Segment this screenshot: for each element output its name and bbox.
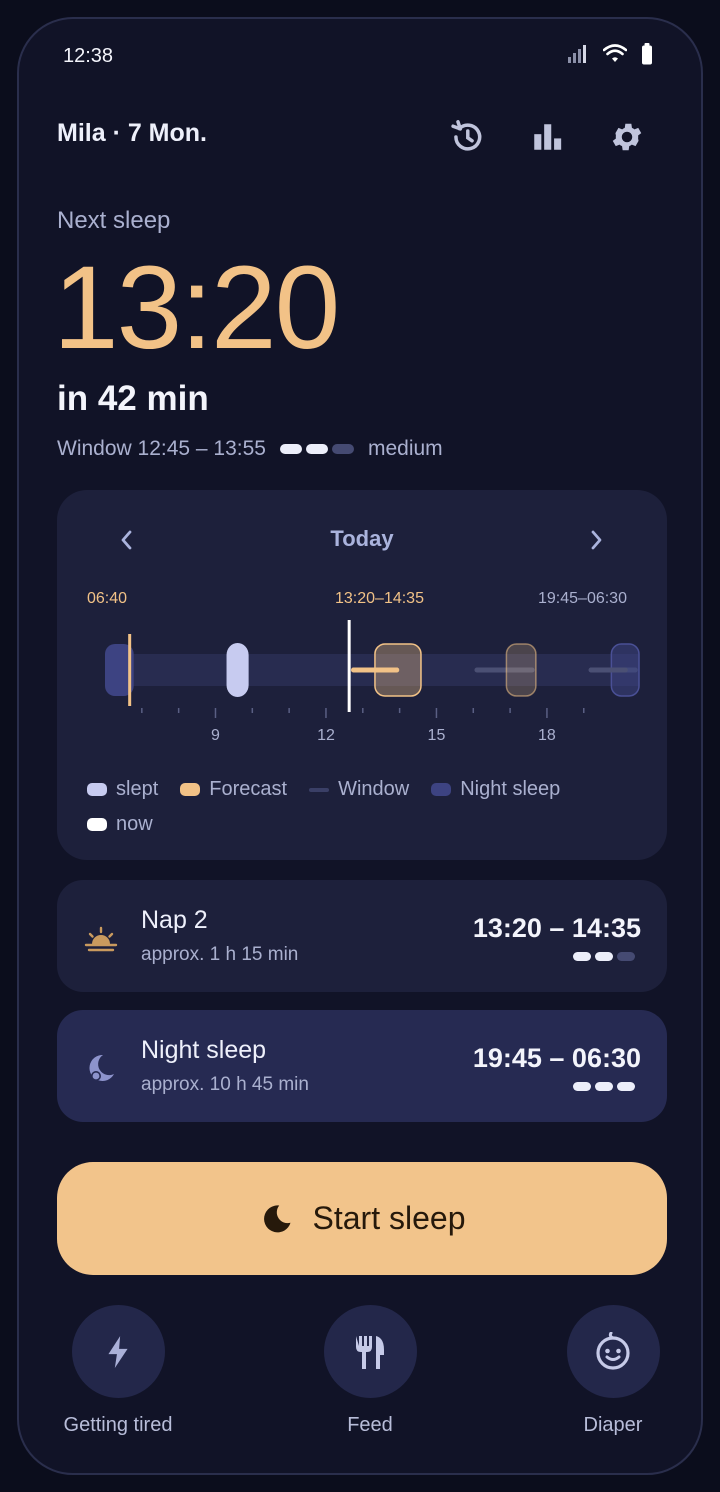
diaper-action[interactable]: Diaper [533, 1305, 693, 1437]
legend-item-window: Window [309, 778, 409, 801]
night-confidence-indicator [573, 1082, 635, 1091]
battery-icon [642, 43, 652, 65]
diaper-button[interactable] [566, 1305, 660, 1398]
confidence-label: medium [367, 437, 443, 460]
legend-label-forecast: Forecast [209, 778, 288, 800]
gear-icon [612, 123, 642, 151]
confidence-indicator [279, 444, 354, 454]
settings-button[interactable] [603, 113, 651, 161]
nap-card-duration: approx. 1 h 15 min [141, 944, 299, 965]
legend-item-now: now [87, 813, 153, 836]
getting-tired-button[interactable] [71, 1305, 165, 1398]
legend-item-slept: slept [87, 778, 158, 801]
axis-tick-label: 9 [211, 727, 220, 744]
slept-nap-block [226, 643, 249, 697]
feed-label: Feed [347, 1414, 393, 1436]
nap-card-range: 13:20 – 14:35 [472, 913, 641, 943]
chevron-right-icon [591, 530, 602, 550]
day-timeline: 9 12 15 18 [105, 620, 640, 744]
next-day-button[interactable] [576, 520, 616, 560]
history-button[interactable] [443, 113, 491, 161]
legend-swatch-slept [87, 783, 107, 796]
next-sleep-label: Next sleep [57, 207, 171, 234]
axis-tick-label: 12 [317, 727, 335, 744]
window-row: Window 12:45 – 13:55 medium [57, 437, 443, 461]
legend-label-night: Night sleep [460, 778, 561, 800]
nap-confidence-indicator [573, 952, 635, 961]
start-sleep-button[interactable]: Start sleep [57, 1162, 667, 1275]
night-card-duration: approx. 10 h 45 min [141, 1074, 309, 1095]
utensils-icon [356, 1335, 384, 1369]
timeline-card: Today 06:40 13:20–14:35 19:45–06:30 9 12 1… [57, 490, 667, 860]
confidence-pill [595, 1082, 613, 1091]
baby-face-icon [596, 1331, 630, 1370]
signal-icon [568, 45, 586, 63]
nap-card[interactable]: Nap 2 approx. 1 h 15 min 13:20 – 14:35 [57, 880, 667, 992]
legend-label-now: now [116, 813, 153, 835]
legend-swatch-window [309, 787, 330, 792]
getting-tired-action[interactable]: Getting tired [38, 1305, 198, 1437]
start-sleep-label: Start sleep [312, 1200, 466, 1236]
night-forecast-label: 19:45–06:30 [538, 590, 627, 607]
legend-swatch-night [431, 783, 452, 796]
next-sleep-time: 13:20 [53, 242, 340, 374]
moon-icon [89, 1054, 114, 1081]
legend-label-window: Window [338, 778, 410, 800]
night-card-range: 19:45 – 06:30 [472, 1043, 641, 1073]
night-sleep-card[interactable]: Night sleep approx. 10 h 45 min 19:45 – … [57, 1010, 667, 1122]
legend-label-slept: slept [116, 778, 159, 800]
moon-icon [263, 1204, 291, 1232]
diaper-label: Diaper [583, 1414, 643, 1436]
status-time: 12:38 [63, 45, 114, 67]
legend-swatch-now [87, 818, 107, 831]
window-text: Window 12:45 – 13:55 [57, 437, 266, 460]
confidence-pill [305, 444, 328, 454]
stats-button[interactable] [523, 113, 571, 161]
confidence-pill [279, 444, 302, 454]
legend-item-forecast: Forecast [180, 778, 287, 801]
confidence-pill [595, 952, 613, 961]
sunrise-icon [84, 926, 118, 952]
bar-chart-icon [534, 124, 562, 150]
axis-tick-label: 18 [538, 727, 556, 744]
feed-button[interactable] [323, 1305, 417, 1398]
page-title: Mila · 7 Mon. [57, 119, 207, 147]
confidence-pill [573, 1082, 591, 1091]
night-card-title: Night sleep [141, 1036, 267, 1064]
legend-item-night: Night sleep [431, 778, 560, 801]
timeline-legend: slept Forecast Window Night sleep now [87, 778, 647, 836]
countdown: in 42 min [57, 379, 209, 418]
legend-swatch-forecast [180, 783, 201, 796]
phone-screen: 12:38 Mila · 7 Mon. Next sleep 13:20 in … [17, 17, 703, 1475]
confidence-pill [617, 952, 635, 961]
getting-tired-label: Getting tired [63, 1414, 173, 1436]
confidence-pill [331, 444, 354, 454]
status-icons [567, 43, 653, 65]
confidence-pill [617, 1082, 635, 1091]
bolt-icon [108, 1335, 128, 1368]
feed-action[interactable]: Feed [290, 1305, 450, 1437]
forecast-block-2 [505, 643, 537, 697]
wifi-icon [603, 44, 627, 62]
confidence-pill [573, 952, 591, 961]
history-icon [451, 120, 482, 151]
nap-card-title: Nap 2 [141, 906, 208, 934]
nap-forecast-label: 13:20–14:35 [335, 590, 424, 607]
axis-tick-label: 15 [428, 727, 446, 744]
wake-time-label: 06:40 [87, 590, 128, 607]
